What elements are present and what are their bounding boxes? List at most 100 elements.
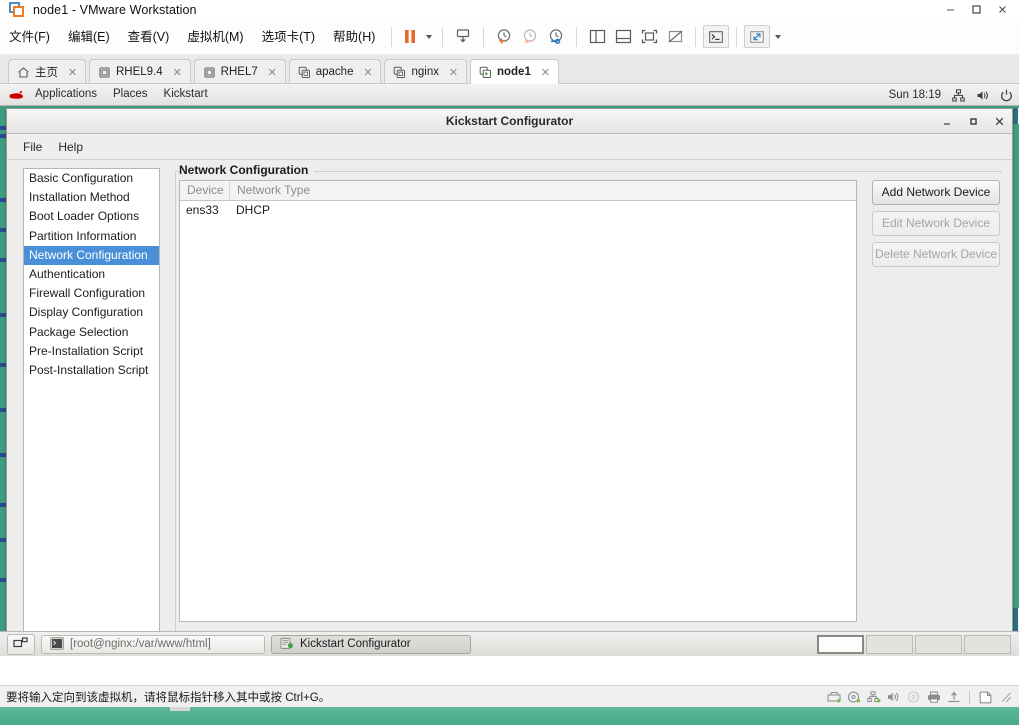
status-sound-icon[interactable] bbox=[886, 691, 901, 704]
network-device-buttons: Add Network Device Edit Network Device D… bbox=[872, 180, 1002, 273]
workspace-switcher[interactable] bbox=[817, 635, 1011, 654]
taskbar-item-terminal[interactable]: [root@nginx:/var/www/html] bbox=[41, 634, 265, 654]
column-header-network-type[interactable]: Network Type bbox=[230, 181, 856, 200]
gnome-menu-places[interactable]: Places bbox=[105, 84, 156, 105]
gnome-panel-tray: Sun 18:19 bbox=[889, 84, 1013, 106]
tab-close-icon[interactable]: ✕ bbox=[267, 66, 278, 79]
snapshot-revert-button[interactable] bbox=[517, 25, 543, 49]
minimize-button[interactable] bbox=[937, 0, 963, 19]
sidebar-item-package-selection[interactable]: Package Selection bbox=[24, 323, 159, 342]
delete-network-device-button: Delete Network Device bbox=[872, 242, 1000, 267]
vm-clone-icon bbox=[298, 66, 311, 79]
kickstart-icon bbox=[280, 637, 294, 651]
guest-screen[interactable]: Applications Places Kickstart Sun 18:19 bbox=[0, 84, 1019, 656]
home-icon bbox=[17, 66, 30, 79]
workspace-1[interactable] bbox=[817, 635, 864, 654]
vmware-window-controls bbox=[937, 0, 1015, 19]
add-network-device-button[interactable]: Add Network Device bbox=[872, 180, 1000, 205]
tab-close-icon[interactable]: ✕ bbox=[362, 66, 373, 79]
taskbar-item-kickstart[interactable]: Kickstart Configurator bbox=[271, 634, 471, 654]
toolbar-divider-3 bbox=[483, 26, 485, 47]
tab-rhel7[interactable]: RHEL7 ✕ bbox=[193, 59, 286, 84]
kickstart-window-controls bbox=[941, 109, 1006, 133]
tab-label: RHEL7 bbox=[220, 66, 258, 78]
network-icon[interactable] bbox=[951, 88, 965, 102]
minimize-button[interactable] bbox=[941, 115, 954, 128]
tab-close-icon[interactable]: ✕ bbox=[540, 66, 551, 79]
menu-file[interactable]: 文件(F) bbox=[0, 26, 59, 48]
snapshot-add-button[interactable] bbox=[491, 25, 517, 49]
unity-mode-button[interactable] bbox=[662, 25, 688, 49]
maximize-button[interactable] bbox=[963, 0, 989, 19]
send-ctrl-alt-del-button[interactable] bbox=[450, 25, 476, 49]
suspend-button[interactable] bbox=[399, 25, 421, 49]
tab-close-icon[interactable]: ✕ bbox=[172, 66, 183, 79]
sidebar-item-post-installation-script[interactable]: Post-Installation Script bbox=[24, 361, 159, 380]
tab-nginx[interactable]: nginx ✕ bbox=[384, 59, 467, 84]
table-row[interactable]: ens33 DHCP bbox=[180, 201, 856, 220]
menu-edit[interactable]: 编辑(E) bbox=[59, 26, 119, 48]
volume-icon[interactable] bbox=[975, 88, 989, 102]
ks-menu-file[interactable]: File bbox=[15, 135, 50, 159]
tab-node1[interactable]: node1 ✕ bbox=[469, 59, 559, 84]
status-message-log-icon[interactable] bbox=[978, 691, 993, 704]
status-network-icon[interactable] bbox=[866, 691, 881, 704]
ks-menu-help[interactable]: Help bbox=[50, 135, 91, 159]
sidebar-item-authentication[interactable]: Authentication bbox=[24, 265, 159, 284]
tab-label: 主页 bbox=[35, 67, 58, 79]
workspace-4[interactable] bbox=[964, 635, 1011, 654]
sidebar-item-network-configuration[interactable]: Network Configuration bbox=[24, 245, 159, 265]
taskbar-item-label: [root@nginx:/var/www/html] bbox=[70, 638, 211, 650]
show-thumbnail-bar-button[interactable] bbox=[610, 25, 636, 49]
kickstart-body: Basic Configuration Installation Method … bbox=[7, 160, 1012, 656]
kickstart-sidebar[interactable]: Basic Configuration Installation Method … bbox=[23, 168, 160, 638]
sidebar-item-firewall-configuration[interactable]: Firewall Configuration bbox=[24, 284, 159, 303]
power-dropdown[interactable] bbox=[421, 25, 435, 49]
close-button[interactable] bbox=[993, 115, 1006, 128]
status-printer-icon[interactable] bbox=[926, 691, 941, 704]
sidebar-item-basic-configuration[interactable]: Basic Configuration bbox=[24, 169, 159, 188]
show-desktop-button[interactable] bbox=[7, 633, 35, 655]
stretch-guest-button[interactable] bbox=[744, 25, 771, 48]
workspace-3[interactable] bbox=[915, 635, 962, 654]
network-device-table[interactable]: Device Network Type ens33 DHCP bbox=[179, 180, 857, 622]
close-button[interactable] bbox=[989, 0, 1015, 19]
status-message: 要将输入定向到该虚拟机，请将鼠标指针移入其中或按 Ctrl+G。 bbox=[6, 691, 331, 704]
column-header-device[interactable]: Device bbox=[180, 181, 230, 200]
fullscreen-button[interactable] bbox=[636, 25, 662, 49]
snapshot-manager-button[interactable] bbox=[543, 25, 569, 49]
menu-help[interactable]: 帮助(H) bbox=[324, 26, 384, 48]
tab-rhel94[interactable]: RHEL9.4 ✕ bbox=[89, 59, 191, 84]
power-icon[interactable] bbox=[999, 88, 1013, 102]
tab-close-icon[interactable]: ✕ bbox=[67, 66, 78, 79]
redhat-icon bbox=[7, 88, 26, 101]
console-view-button[interactable] bbox=[703, 25, 730, 48]
panel-clock[interactable]: Sun 18:19 bbox=[889, 89, 941, 101]
sidebar-item-display-configuration[interactable]: Display Configuration bbox=[24, 303, 159, 322]
toolbar-divider-5 bbox=[695, 26, 697, 47]
status-resize-grip-icon[interactable] bbox=[998, 691, 1013, 704]
sidebar-item-partition-information[interactable]: Partition Information bbox=[24, 227, 159, 246]
tab-close-icon[interactable]: ✕ bbox=[448, 66, 459, 79]
show-sidebar-button[interactable] bbox=[584, 25, 610, 49]
tab-home[interactable]: 主页 ✕ bbox=[8, 59, 86, 84]
status-usb-icon[interactable] bbox=[946, 691, 961, 704]
workspace-2[interactable] bbox=[866, 635, 913, 654]
tab-apache[interactable]: apache ✕ bbox=[288, 59, 382, 84]
gnome-menu-kickstart[interactable]: Kickstart bbox=[156, 84, 216, 105]
host-desktop-background bbox=[0, 707, 1019, 725]
vmware-titlebar: node1 - VMware Workstation bbox=[0, 0, 1019, 20]
tab-label: node1 bbox=[496, 66, 531, 78]
status-cdrom-icon[interactable] bbox=[846, 691, 861, 704]
sidebar-item-boot-loader-options[interactable]: Boot Loader Options bbox=[24, 207, 159, 226]
menu-tabs[interactable]: 选项卡(T) bbox=[253, 26, 324, 48]
network-configuration-panel: Network Configuration Device Network Typ… bbox=[175, 160, 1002, 656]
sidebar-item-pre-installation-script[interactable]: Pre-Installation Script bbox=[24, 342, 159, 361]
menu-vm[interactable]: 虚拟机(M) bbox=[178, 26, 252, 48]
gnome-menu-applications[interactable]: Applications bbox=[27, 84, 105, 105]
menu-view[interactable]: 查看(V) bbox=[119, 26, 179, 48]
status-harddisk-icon[interactable] bbox=[826, 691, 841, 704]
maximize-button[interactable] bbox=[967, 115, 980, 128]
sidebar-item-installation-method[interactable]: Installation Method bbox=[24, 188, 159, 207]
stretch-dropdown[interactable] bbox=[770, 25, 784, 49]
